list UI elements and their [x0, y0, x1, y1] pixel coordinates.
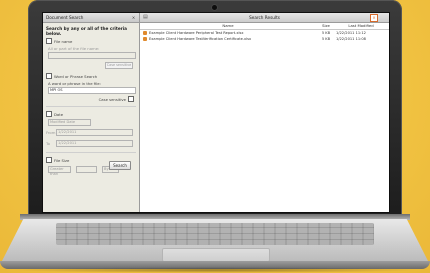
file-modified: 1/22/2011 11:08	[336, 37, 366, 41]
results-header: Name Size Last Modified	[140, 23, 389, 30]
laptop-shadow	[10, 267, 420, 273]
column-header-size[interactable]: Size	[316, 23, 336, 29]
size-comparator-select[interactable]: Greater than	[48, 166, 71, 176]
date-option[interactable]: Date	[46, 111, 136, 117]
close-icon[interactable]: ×	[370, 14, 378, 22]
document-search-pane: Document Search × Search by any or all o…	[43, 13, 140, 212]
keyboard	[56, 223, 374, 245]
phrase-input[interactable]: MPI OS	[48, 87, 136, 94]
close-icon[interactable]: ×	[131, 15, 136, 20]
date-type-select[interactable]: Modified Date	[48, 119, 91, 126]
case-sensitive-label-2: Case sensitive	[98, 96, 126, 102]
size-checkbox[interactable]	[46, 157, 52, 163]
pane-title-text: Document Search	[46, 15, 84, 20]
trackpad	[162, 248, 270, 262]
date-checkbox[interactable]	[46, 111, 52, 117]
column-header-name[interactable]: Name	[140, 23, 316, 29]
case-sensitive-option-1[interactable]: Case sensitive	[105, 62, 133, 69]
size-label: File Size	[54, 157, 70, 163]
results-title: Search Results	[249, 15, 280, 20]
file-name-option[interactable]: File name	[46, 38, 136, 44]
table-row[interactable]: Example Client Hardware TestVerification…	[140, 36, 389, 42]
search-results-icon: ▤	[143, 14, 148, 20]
search-heading: Search by any or all of the criteria bel…	[46, 26, 127, 36]
search-results-pane: ▤ Search Results × Name Size Last Modifi…	[140, 13, 389, 212]
camera-icon	[212, 5, 217, 10]
pane-title: Document Search ×	[43, 13, 139, 23]
phrase-label: Word or Phrase Search	[54, 73, 98, 79]
file-size: 5 KB	[321, 37, 331, 41]
column-header-modified[interactable]: Last Modified	[336, 23, 386, 29]
size-value-input[interactable]	[76, 166, 97, 173]
document-icon	[143, 37, 147, 41]
file-name-checkbox[interactable]	[46, 38, 52, 44]
phrase-sub-label: A word or phrase in the file:	[48, 81, 101, 86]
file-name-label: File name	[54, 38, 73, 44]
to-date-input[interactable]: 1/22/2011	[56, 140, 133, 147]
results-title-bar: ▤ Search Results ×	[140, 13, 389, 23]
file-name: Example Client Hardware TestVerification…	[149, 37, 252, 41]
laptop-screen: Document Search × Search by any or all o…	[42, 12, 390, 213]
file-name-input[interactable]	[48, 52, 136, 59]
from-label: From	[46, 130, 56, 135]
to-label: To	[46, 141, 50, 146]
date-label: Date	[54, 111, 64, 117]
phrase-checkbox[interactable]	[46, 73, 52, 79]
laptop-lid: Document Search × Search by any or all o…	[28, 0, 402, 218]
document-icon	[143, 31, 147, 35]
search-button[interactable]: Search	[109, 161, 131, 170]
phrase-option[interactable]: Word or Phrase Search	[46, 73, 136, 79]
from-date-input[interactable]: 1/22/2011	[56, 129, 133, 136]
divider	[46, 106, 136, 107]
divider	[46, 152, 136, 153]
case-sensitive-checkbox-2[interactable]	[128, 96, 134, 102]
file-name-sub-label: All or part of the file name:	[48, 46, 100, 51]
